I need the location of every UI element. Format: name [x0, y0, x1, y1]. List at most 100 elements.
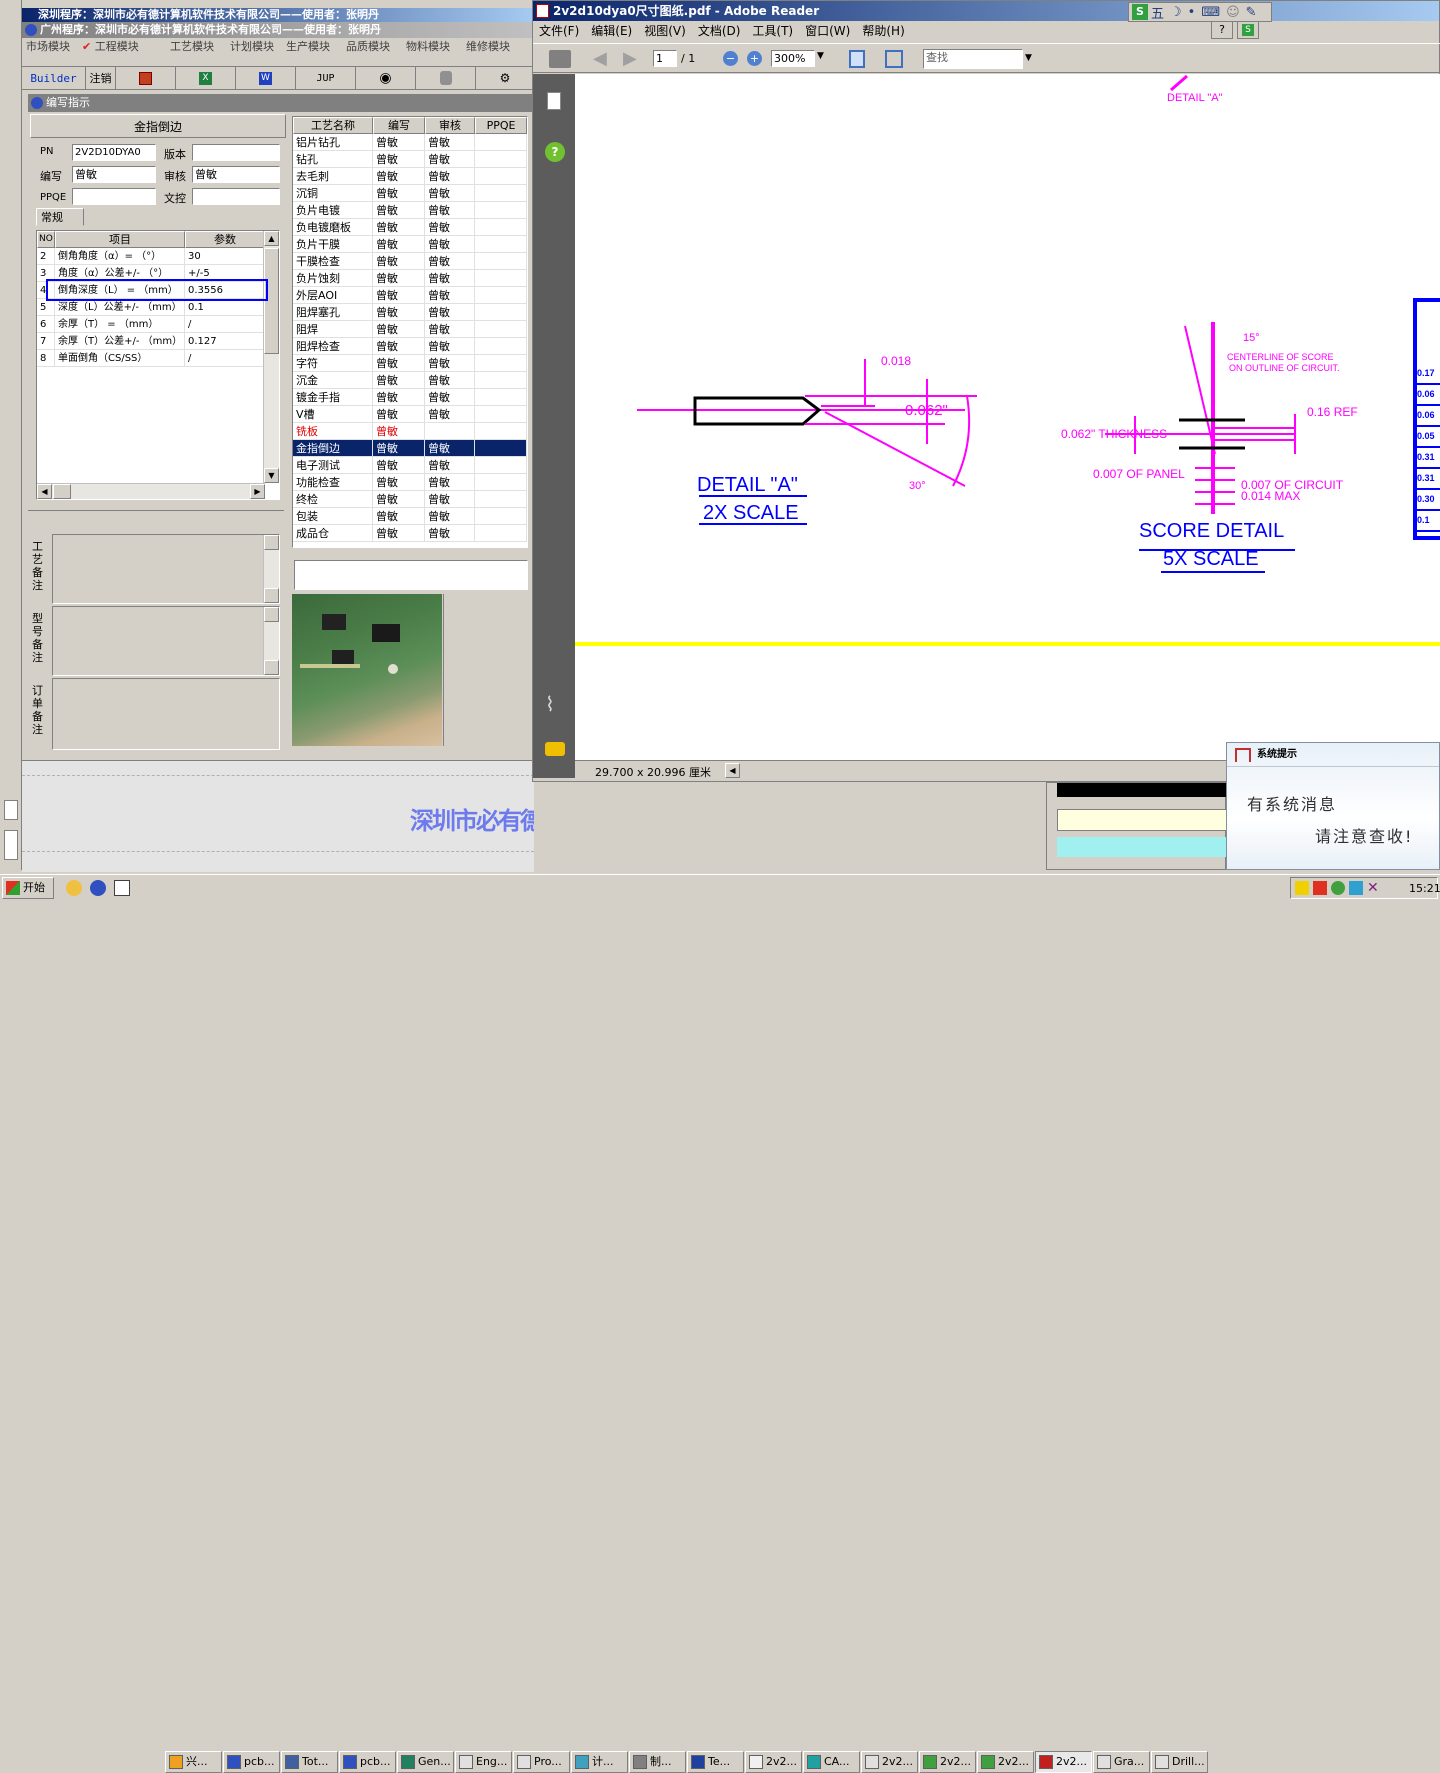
taskbar-item[interactable]: 2v2...	[1035, 1751, 1092, 1773]
process-row[interactable]: 阻焊 曾敏 曾敏	[293, 321, 527, 338]
moon-icon[interactable]: ☽	[1170, 5, 1182, 20]
process-row[interactable]: 外层AOI 曾敏 曾敏	[293, 287, 527, 304]
quicklaunch-icon[interactable]	[114, 880, 130, 896]
col-process-name[interactable]: 工艺名称	[293, 117, 373, 134]
process-row[interactable]: 钻孔 曾敏 曾敏	[293, 151, 527, 168]
punct-icon[interactable]: •	[1188, 5, 1196, 20]
remark-field[interactable]	[52, 606, 280, 676]
find-dropdown-arrow[interactable]: ▼	[1025, 53, 1032, 63]
taskbar-item[interactable]: 制...	[629, 1751, 686, 1773]
process-row[interactable]: 负片电镀 曾敏 曾敏	[293, 202, 527, 219]
attachment-icon[interactable]: ⌇	[545, 692, 555, 716]
clock[interactable]: 15:21	[1409, 882, 1440, 895]
scroll-down-arrow[interactable]	[264, 588, 279, 603]
taskbar-item[interactable]: 兴...	[165, 1751, 222, 1773]
col-ppqe[interactable]: PPQE	[475, 117, 527, 134]
taskbar-item[interactable]: pcb...	[339, 1751, 396, 1773]
menu-maintenance[interactable]: 维修模块	[464, 38, 524, 56]
scroll-thumb[interactable]	[264, 248, 279, 354]
print-icon[interactable]	[549, 50, 571, 68]
process-row[interactable]: V槽 曾敏 曾敏	[293, 406, 527, 423]
menu-process[interactable]: 工艺模块	[164, 38, 224, 56]
reader-s-button[interactable]: S	[1237, 21, 1259, 39]
process-row[interactable]: 包装 曾敏 曾敏	[293, 508, 527, 525]
builder-button[interactable]: Builder	[22, 67, 86, 89]
review-field[interactable]: 曾敏	[192, 166, 280, 183]
process-row[interactable]: 铣板 曾敏	[293, 423, 527, 440]
next-page-icon[interactable]: ▶	[623, 48, 637, 69]
process-row[interactable]: 镀金手指 曾敏 曾敏	[293, 389, 527, 406]
settings-button[interactable]: ⚙	[476, 67, 534, 89]
access-button[interactable]	[116, 67, 176, 89]
param-hscroll[interactable]: ◀ ▶	[37, 483, 265, 499]
menu-plan[interactable]: 计划模块	[224, 38, 284, 56]
process-row[interactable]: 功能检查 曾敏 曾敏	[293, 474, 527, 491]
tray-icon[interactable]	[1349, 881, 1363, 895]
menu-market[interactable]: 市场模块	[22, 38, 80, 56]
tray-icon[interactable]	[1295, 881, 1309, 895]
back-window-titlebar[interactable]: 深圳程序：深圳市必有德计算机软件技术有限公司——使用者：张明丹	[22, 8, 534, 22]
menu-engineering[interactable]: ✔ 工程模块	[80, 38, 164, 56]
process-row[interactable]: 铝片钻孔 曾敏 曾敏	[293, 134, 527, 151]
menu-document[interactable]: 文档(D)	[698, 21, 741, 41]
comments-icon[interactable]	[545, 742, 565, 756]
scroll-right-arrow[interactable]: ▶	[250, 484, 265, 499]
param-row[interactable]: 7 余厚（T）公差+/- （mm） 0.127	[37, 333, 279, 350]
zoom-select[interactable]: 300%	[771, 50, 815, 67]
taskbar-item[interactable]: pcb...	[223, 1751, 280, 1773]
scroll-up-arrow[interactable]	[264, 607, 279, 622]
taskbar-item[interactable]: 2v2...	[745, 1751, 802, 1773]
taskbar-item[interactable]: CA...	[803, 1751, 860, 1773]
user-icon[interactable]: ☺	[1226, 5, 1240, 20]
menu-help[interactable]: 帮助(H)	[862, 21, 904, 41]
scroll-down-arrow[interactable]: ▼	[264, 468, 279, 483]
fit-page-icon[interactable]	[849, 50, 865, 68]
taskbar-item[interactable]: Gen...	[397, 1751, 454, 1773]
remark-scrollbar[interactable]	[263, 607, 279, 675]
keyboard-icon[interactable]: ⌨	[1201, 5, 1220, 20]
menu-view[interactable]: 视图(V)	[644, 21, 686, 41]
taskbar-item[interactable]: 2v2...	[919, 1751, 976, 1773]
remark-field[interactable]	[52, 534, 280, 604]
scroll-up-arrow[interactable]: ▲	[264, 231, 279, 246]
menu-quality[interactable]: 品质模块	[344, 38, 404, 56]
param-vscroll[interactable]: ▲ ▼	[263, 231, 279, 483]
tray-icon[interactable]	[1313, 881, 1327, 895]
help-icon[interactable]: ?	[545, 142, 565, 162]
menu-material[interactable]: 物料模块	[404, 38, 464, 56]
hscroll-left-arrow[interactable]: ◀	[725, 763, 740, 778]
process-row[interactable]: 沉金 曾敏 曾敏	[293, 372, 527, 389]
zoom-out-icon[interactable]: −	[723, 51, 738, 66]
col-value[interactable]: 参数	[185, 231, 265, 248]
taskbar-item[interactable]: Tot...	[281, 1751, 338, 1773]
menu-tools[interactable]: 工具(T)	[752, 21, 793, 41]
col-no[interactable]: NO	[37, 231, 55, 248]
taskbar-item[interactable]: 计...	[571, 1751, 628, 1773]
process-row[interactable]: 干膜检查 曾敏 曾敏	[293, 253, 527, 270]
find-input[interactable]: 查找	[923, 49, 1023, 69]
process-row[interactable]: 成品仓 曾敏 曾敏	[293, 525, 527, 542]
process-row[interactable]: 去毛刺 曾敏 曾敏	[293, 168, 527, 185]
taskbar-item[interactable]: Drill...	[1151, 1751, 1208, 1773]
wrench-icon[interactable]: ✎	[1246, 5, 1257, 20]
menu-edit[interactable]: 编辑(E)	[591, 21, 632, 41]
pn-field[interactable]: 2V2D10DYA0	[72, 144, 156, 161]
word-button[interactable]: W	[236, 67, 296, 89]
logout-button[interactable]: 注销	[86, 67, 116, 89]
help-question-button[interactable]: ?	[1211, 21, 1233, 39]
start-button[interactable]: 开始	[2, 877, 54, 899]
process-row[interactable]: 负电镀磨板 曾敏 曾敏	[293, 219, 527, 236]
process-row[interactable]: 金指倒边 曾敏 曾敏	[293, 440, 527, 457]
menu-file[interactable]: 文件(F)	[539, 21, 579, 41]
process-row[interactable]: 字符 曾敏 曾敏	[293, 355, 527, 372]
jup-button[interactable]: JUP	[296, 67, 356, 89]
excel-button[interactable]: X	[176, 67, 236, 89]
author-field[interactable]: 曾敏	[72, 166, 156, 183]
scroll-up-arrow[interactable]	[264, 535, 279, 550]
database-button[interactable]	[416, 67, 476, 89]
param-row[interactable]: 8 单面倒角（CS/SS） /	[37, 350, 279, 367]
doc-field[interactable]	[192, 188, 280, 205]
process-row[interactable]: 电子测试 曾敏 曾敏	[293, 457, 527, 474]
taskbar-item[interactable]: 2v2...	[977, 1751, 1034, 1773]
prev-page-icon[interactable]: ◀	[593, 48, 607, 69]
